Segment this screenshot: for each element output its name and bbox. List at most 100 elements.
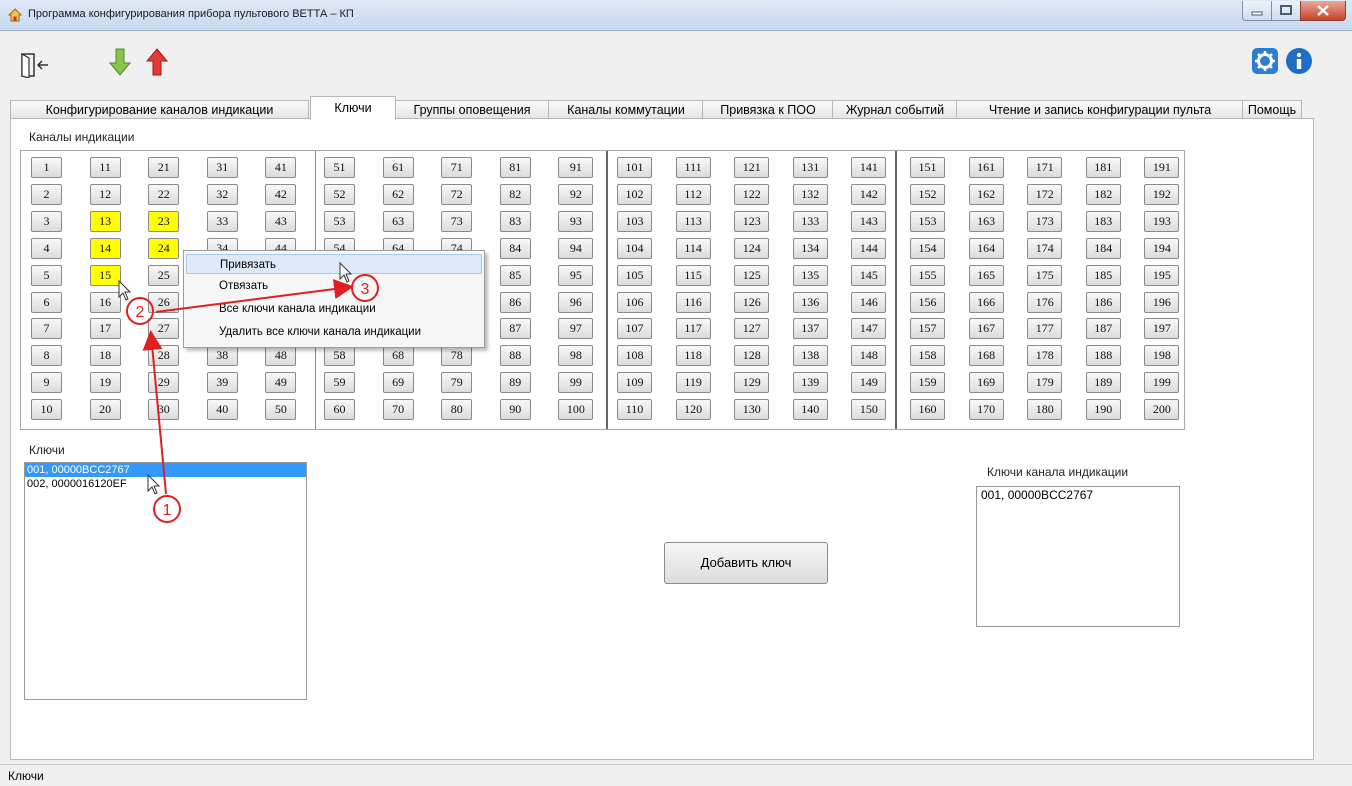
channel-button-120[interactable]: 120 <box>675 399 711 421</box>
channel-button-7[interactable]: 7 <box>31 318 62 340</box>
channel-button-132[interactable]: 132 <box>792 183 828 205</box>
channel-button-49[interactable]: 49 <box>265 372 297 394</box>
channel-button-173[interactable]: 173 <box>1027 210 1063 232</box>
channel-button-130[interactable]: 130 <box>734 399 770 421</box>
channel-button-133[interactable]: 133 <box>792 210 828 232</box>
context-menu-item-unbind[interactable]: Отвязать <box>186 276 482 296</box>
channel-button-3[interactable]: 3 <box>31 210 62 232</box>
channel-button-113[interactable]: 113 <box>675 210 711 232</box>
channel-button-81[interactable]: 81 <box>499 157 531 178</box>
channel-button-43[interactable]: 43 <box>265 210 297 232</box>
channel-button-26[interactable]: 26 <box>148 291 180 313</box>
channel-button-134[interactable]: 134 <box>792 237 828 259</box>
channel-button-124[interactable]: 124 <box>734 237 770 259</box>
channel-button-190[interactable]: 190 <box>1085 399 1121 421</box>
channel-button-182[interactable]: 182 <box>1085 183 1121 205</box>
download-arrow-icon[interactable] <box>109 48 131 76</box>
channel-button-97[interactable]: 97 <box>558 318 594 340</box>
channel-button-121[interactable]: 121 <box>734 157 770 178</box>
channel-button-102[interactable]: 102 <box>617 183 652 205</box>
channel-button-152[interactable]: 152 <box>910 183 945 205</box>
tab[interactable]: Журнал событий <box>832 100 958 119</box>
channel-button-27[interactable]: 27 <box>148 318 180 340</box>
channel-button-51[interactable]: 51 <box>324 157 355 178</box>
exit-door-icon[interactable] <box>20 52 50 78</box>
channel-button-118[interactable]: 118 <box>675 345 711 367</box>
channel-button-87[interactable]: 87 <box>499 318 531 340</box>
channel-button-143[interactable]: 143 <box>851 210 887 232</box>
channel-button-94[interactable]: 94 <box>558 237 594 259</box>
channel-button-98[interactable]: 98 <box>558 345 594 367</box>
channel-button-73[interactable]: 73 <box>441 210 473 232</box>
channel-button-192[interactable]: 192 <box>1144 183 1180 205</box>
channel-button-122[interactable]: 122 <box>734 183 770 205</box>
channel-button-100[interactable]: 100 <box>558 399 594 421</box>
channel-button-78[interactable]: 78 <box>441 345 473 367</box>
channel-button-50[interactable]: 50 <box>265 399 297 421</box>
channel-button-19[interactable]: 19 <box>89 372 121 394</box>
tab[interactable]: Каналы коммутации <box>548 100 704 119</box>
channel-button-6[interactable]: 6 <box>31 291 62 313</box>
channel-button-193[interactable]: 193 <box>1144 210 1180 232</box>
channel-button-107[interactable]: 107 <box>617 318 652 340</box>
channel-button-106[interactable]: 106 <box>617 291 652 313</box>
channel-button-138[interactable]: 138 <box>792 345 828 367</box>
channel-button-53[interactable]: 53 <box>324 210 355 232</box>
channel-button-175[interactable]: 175 <box>1027 264 1063 286</box>
channel-button-158[interactable]: 158 <box>910 345 945 367</box>
list-item[interactable]: 002, 0000016120EF <box>25 477 306 491</box>
channel-button-9[interactable]: 9 <box>31 372 62 394</box>
channel-button-185[interactable]: 185 <box>1085 264 1121 286</box>
channel-button-127[interactable]: 127 <box>734 318 770 340</box>
channel-button-18[interactable]: 18 <box>89 345 121 367</box>
channel-button-151[interactable]: 151 <box>910 157 945 178</box>
keys-list[interactable]: 001, 00000BCC2767 002, 0000016120EF <box>24 462 307 700</box>
channel-button-63[interactable]: 63 <box>382 210 414 232</box>
channel-button-82[interactable]: 82 <box>499 183 531 205</box>
channel-button-144[interactable]: 144 <box>851 237 887 259</box>
channel-button-181[interactable]: 181 <box>1085 157 1121 178</box>
channel-button-95[interactable]: 95 <box>558 264 594 286</box>
channel-button-112[interactable]: 112 <box>675 183 711 205</box>
channel-button-1[interactable]: 1 <box>31 157 62 178</box>
channel-button-4[interactable]: 4 <box>31 237 62 259</box>
channel-button-184[interactable]: 184 <box>1085 237 1121 259</box>
channel-button-58[interactable]: 58 <box>324 345 355 367</box>
maximize-button[interactable] <box>1271 1 1301 21</box>
channel-button-101[interactable]: 101 <box>617 157 652 178</box>
channel-button-180[interactable]: 180 <box>1027 399 1063 421</box>
channel-button-2[interactable]: 2 <box>31 183 62 205</box>
channel-button-69[interactable]: 69 <box>382 372 414 394</box>
channel-button-189[interactable]: 189 <box>1085 372 1121 394</box>
channel-button-119[interactable]: 119 <box>675 372 711 394</box>
channel-button-145[interactable]: 145 <box>851 264 887 286</box>
channel-button-30[interactable]: 30 <box>148 399 180 421</box>
channel-button-61[interactable]: 61 <box>382 157 414 178</box>
channel-button-31[interactable]: 31 <box>206 157 238 178</box>
channel-button-104[interactable]: 104 <box>617 237 652 259</box>
channel-button-195[interactable]: 195 <box>1144 264 1180 286</box>
channel-button-8[interactable]: 8 <box>31 345 62 367</box>
channel-button-169[interactable]: 169 <box>968 372 1004 394</box>
channel-button-155[interactable]: 155 <box>910 264 945 286</box>
channel-button-71[interactable]: 71 <box>441 157 473 178</box>
channel-button-68[interactable]: 68 <box>382 345 414 367</box>
channel-button-103[interactable]: 103 <box>617 210 652 232</box>
channel-button-171[interactable]: 171 <box>1027 157 1063 178</box>
channel-button-105[interactable]: 105 <box>617 264 652 286</box>
upload-arrow-icon[interactable] <box>146 48 168 76</box>
channel-keys-list[interactable]: 001, 00000BCC2767 <box>976 486 1180 627</box>
channel-button-170[interactable]: 170 <box>968 399 1004 421</box>
channel-button-33[interactable]: 33 <box>206 210 238 232</box>
close-button[interactable] <box>1300 1 1346 21</box>
channel-button-12[interactable]: 12 <box>89 183 121 205</box>
channel-button-114[interactable]: 114 <box>675 237 711 259</box>
tab[interactable]: Привязка к ПОО <box>702 100 834 119</box>
channel-button-160[interactable]: 160 <box>910 399 945 421</box>
channel-button-17[interactable]: 17 <box>89 318 121 340</box>
channel-button-163[interactable]: 163 <box>968 210 1004 232</box>
channel-button-83[interactable]: 83 <box>499 210 531 232</box>
channel-button-11[interactable]: 11 <box>89 157 121 178</box>
channel-button-117[interactable]: 117 <box>675 318 711 340</box>
channel-button-5[interactable]: 5 <box>31 264 62 286</box>
